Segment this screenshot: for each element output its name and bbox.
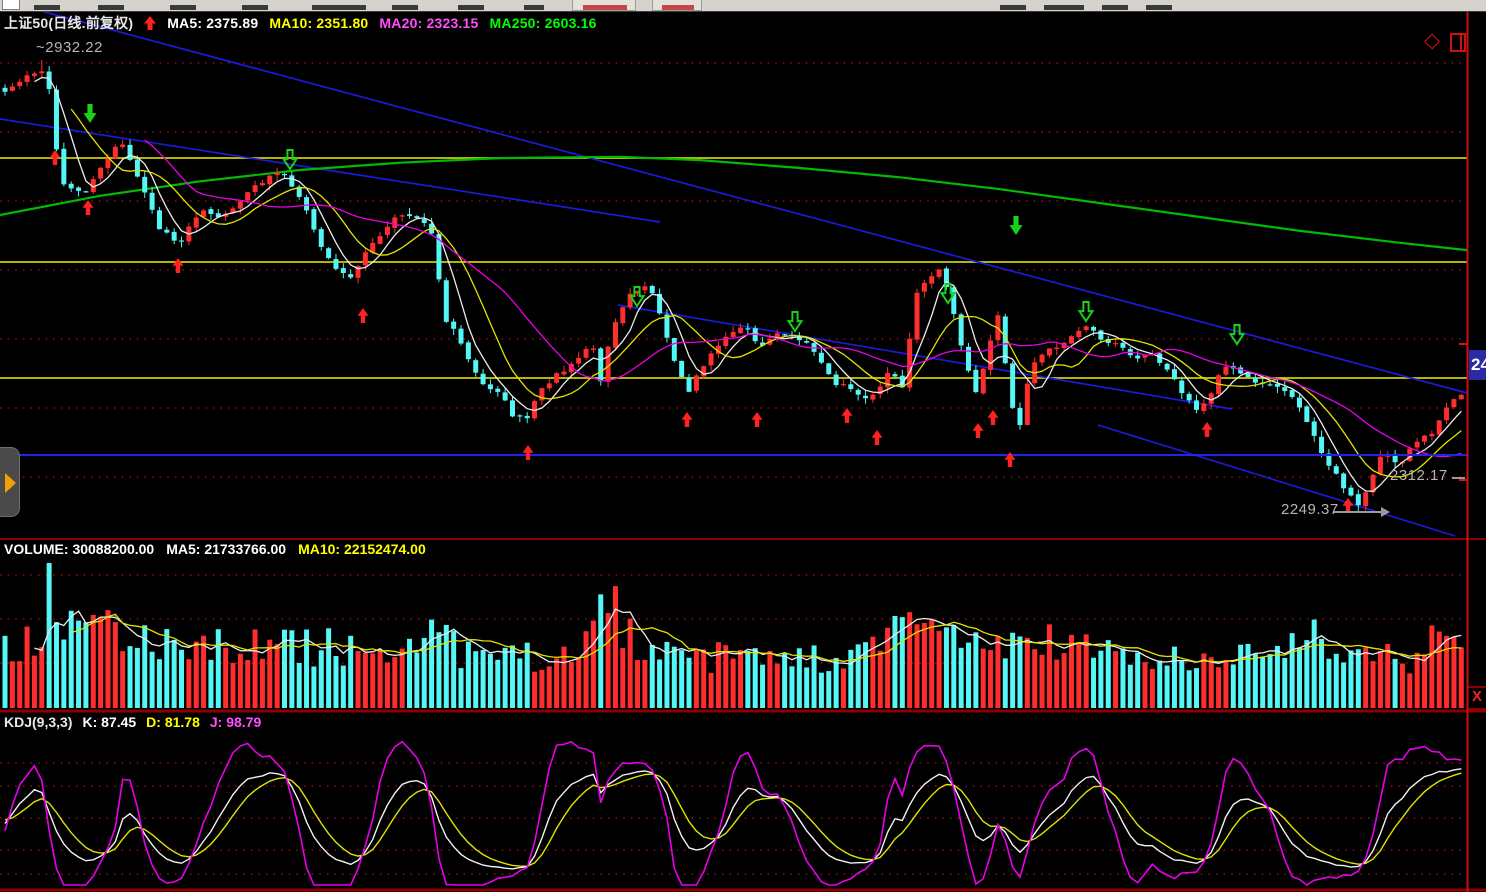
toolbar-button-label-fragment <box>662 5 694 10</box>
symbol-title: 上证50(日线.前复权) <box>4 15 133 31</box>
sidebar-expand-tab[interactable] <box>0 447 20 517</box>
ma5-value: MA5: 2375.89 <box>167 15 258 31</box>
menu-item-fragment[interactable] <box>1102 5 1128 10</box>
main-chart-header: 上证50(日线.前复权) MA5: 2375.89 MA10: 2351.80 MA2… <box>4 13 608 33</box>
volume-value: VOLUME: 30088200.00 <box>4 541 154 557</box>
low-price-label: 2249.37 <box>1281 501 1339 518</box>
menu-item-fragment[interactable] <box>242 5 268 10</box>
up-arrow-icon <box>144 15 156 31</box>
trading-terminal-window: 上证50(日线.前复权) MA5: 2375.89 MA10: 2351.80 MA2… <box>0 0 1486 892</box>
window-split-icon[interactable] <box>1450 33 1466 52</box>
kdj-panel-header: KDJ(9,3,3) K: 87.45 D: 81.78 J: 98.79 <box>4 714 271 730</box>
menu-item-fragment[interactable] <box>392 5 418 10</box>
chart-canvas[interactable] <box>0 0 1486 892</box>
menu-item-fragment[interactable] <box>170 5 196 10</box>
low-pointer-arrow <box>1334 511 1384 513</box>
kdj-k-value: K: 87.45 <box>82 714 136 730</box>
volume-ma5-value: MA5: 21733766.00 <box>166 541 286 557</box>
low-pointer-arrowhead <box>1381 507 1390 517</box>
menu-item-fragment[interactable] <box>1044 5 1084 10</box>
menu-item-fragment[interactable] <box>524 5 544 10</box>
kdj-d-value: D: 81.78 <box>146 714 200 730</box>
toolbar-button-fragment[interactable] <box>652 0 702 11</box>
menu-item-fragment[interactable] <box>1000 5 1026 10</box>
last-price-badge: 24 <box>1469 350 1486 380</box>
toolbar-button-fragment[interactable] <box>572 0 636 11</box>
ma10-value: MA10: 2351.80 <box>269 15 368 31</box>
kdj-j-value: J: 98.79 <box>210 714 261 730</box>
kdj-name: KDJ(9,3,3) <box>4 714 72 730</box>
menu-item-fragment[interactable] <box>1146 5 1172 10</box>
volume-ma10-value: MA10: 22152474.00 <box>298 541 426 557</box>
menu-item-fragment[interactable] <box>458 5 484 10</box>
ma20-value: MA20: 2323.15 <box>379 15 478 31</box>
diamond-icon[interactable]: ◇ <box>1424 28 1440 53</box>
level-price-label: 2312.17 <box>1390 467 1448 484</box>
close-indicator-icon[interactable]: X <box>1472 688 1482 705</box>
menu-item-fragment[interactable] <box>34 5 60 10</box>
expand-arrow-icon <box>5 473 16 493</box>
volume-panel-header: VOLUME: 30088200.00 MA5: 21733766.00 MA10:… <box>4 541 438 557</box>
menubar <box>0 0 1486 12</box>
menu-item-fragment[interactable] <box>312 5 366 10</box>
level-pointer-dash <box>1452 477 1465 479</box>
menubar-logo-box[interactable] <box>2 0 20 10</box>
ma250-value: MA250: 2603.16 <box>490 15 597 31</box>
menu-item-fragment[interactable] <box>98 5 124 10</box>
toolbar-button-label-fragment <box>583 5 627 10</box>
peak-price-label: ~2932.22 <box>36 39 103 56</box>
